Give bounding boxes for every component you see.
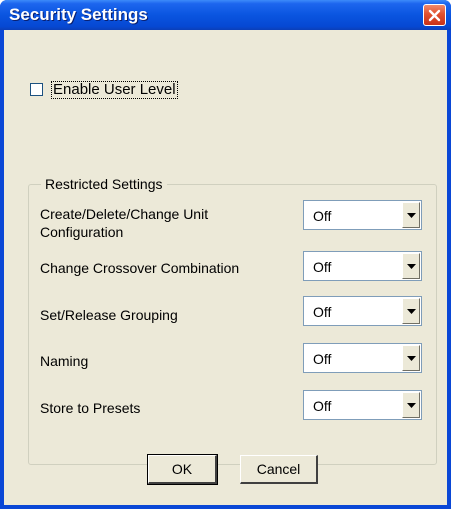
dropdown-button[interactable] bbox=[402, 392, 420, 418]
chevron-down-icon bbox=[407, 264, 416, 269]
setting-label-crossover-combination: Change Crossover Combination bbox=[40, 260, 240, 276]
restricted-settings-legend: Restricted Settings bbox=[41, 176, 167, 192]
store-presets-dropdown[interactable]: Off bbox=[303, 390, 422, 420]
dropdown-value: Off bbox=[313, 351, 332, 367]
setting-label-unit-configuration: Create/Delete/Change Unit Configuration bbox=[40, 206, 209, 240]
close-icon bbox=[428, 9, 441, 22]
dropdown-value: Off bbox=[313, 208, 332, 224]
dropdown-button[interactable] bbox=[402, 345, 420, 371]
cancel-button[interactable]: Cancel bbox=[240, 455, 318, 484]
dropdown-value: Off bbox=[313, 304, 332, 320]
checkbox-box[interactable] bbox=[30, 83, 43, 96]
setting-label-store-presets: Store to Presets bbox=[40, 400, 141, 416]
dropdown-value: Off bbox=[313, 259, 332, 275]
dropdown-button[interactable] bbox=[402, 253, 420, 279]
close-button[interactable] bbox=[423, 4, 446, 26]
title-bar[interactable]: Security Settings bbox=[0, 0, 451, 30]
setting-label-grouping: Set/Release Grouping bbox=[40, 307, 178, 323]
dropdown-button[interactable] bbox=[402, 298, 420, 324]
chevron-down-icon bbox=[407, 213, 416, 218]
grouping-dropdown[interactable]: Off bbox=[303, 296, 422, 326]
ok-button[interactable]: OK bbox=[147, 454, 218, 485]
crossover-combination-dropdown[interactable]: Off bbox=[303, 251, 422, 281]
window-frame-bottom bbox=[0, 505, 451, 509]
dropdown-value: Off bbox=[313, 398, 332, 414]
setting-label-naming: Naming bbox=[40, 353, 89, 369]
enable-user-level-label[interactable]: Enable User Level bbox=[51, 81, 178, 99]
security-settings-dialog: Security Settings Enable User Level Rest… bbox=[0, 0, 451, 509]
chevron-down-icon bbox=[407, 309, 416, 314]
chevron-down-icon bbox=[407, 403, 416, 408]
naming-dropdown[interactable]: Off bbox=[303, 343, 422, 373]
dialog-body: Enable User Level Restricted Settings Cr… bbox=[4, 30, 447, 505]
chevron-down-icon bbox=[407, 356, 416, 361]
dropdown-button[interactable] bbox=[402, 202, 420, 228]
unit-configuration-dropdown[interactable]: Off bbox=[303, 200, 422, 230]
window-title: Security Settings bbox=[9, 5, 148, 24]
